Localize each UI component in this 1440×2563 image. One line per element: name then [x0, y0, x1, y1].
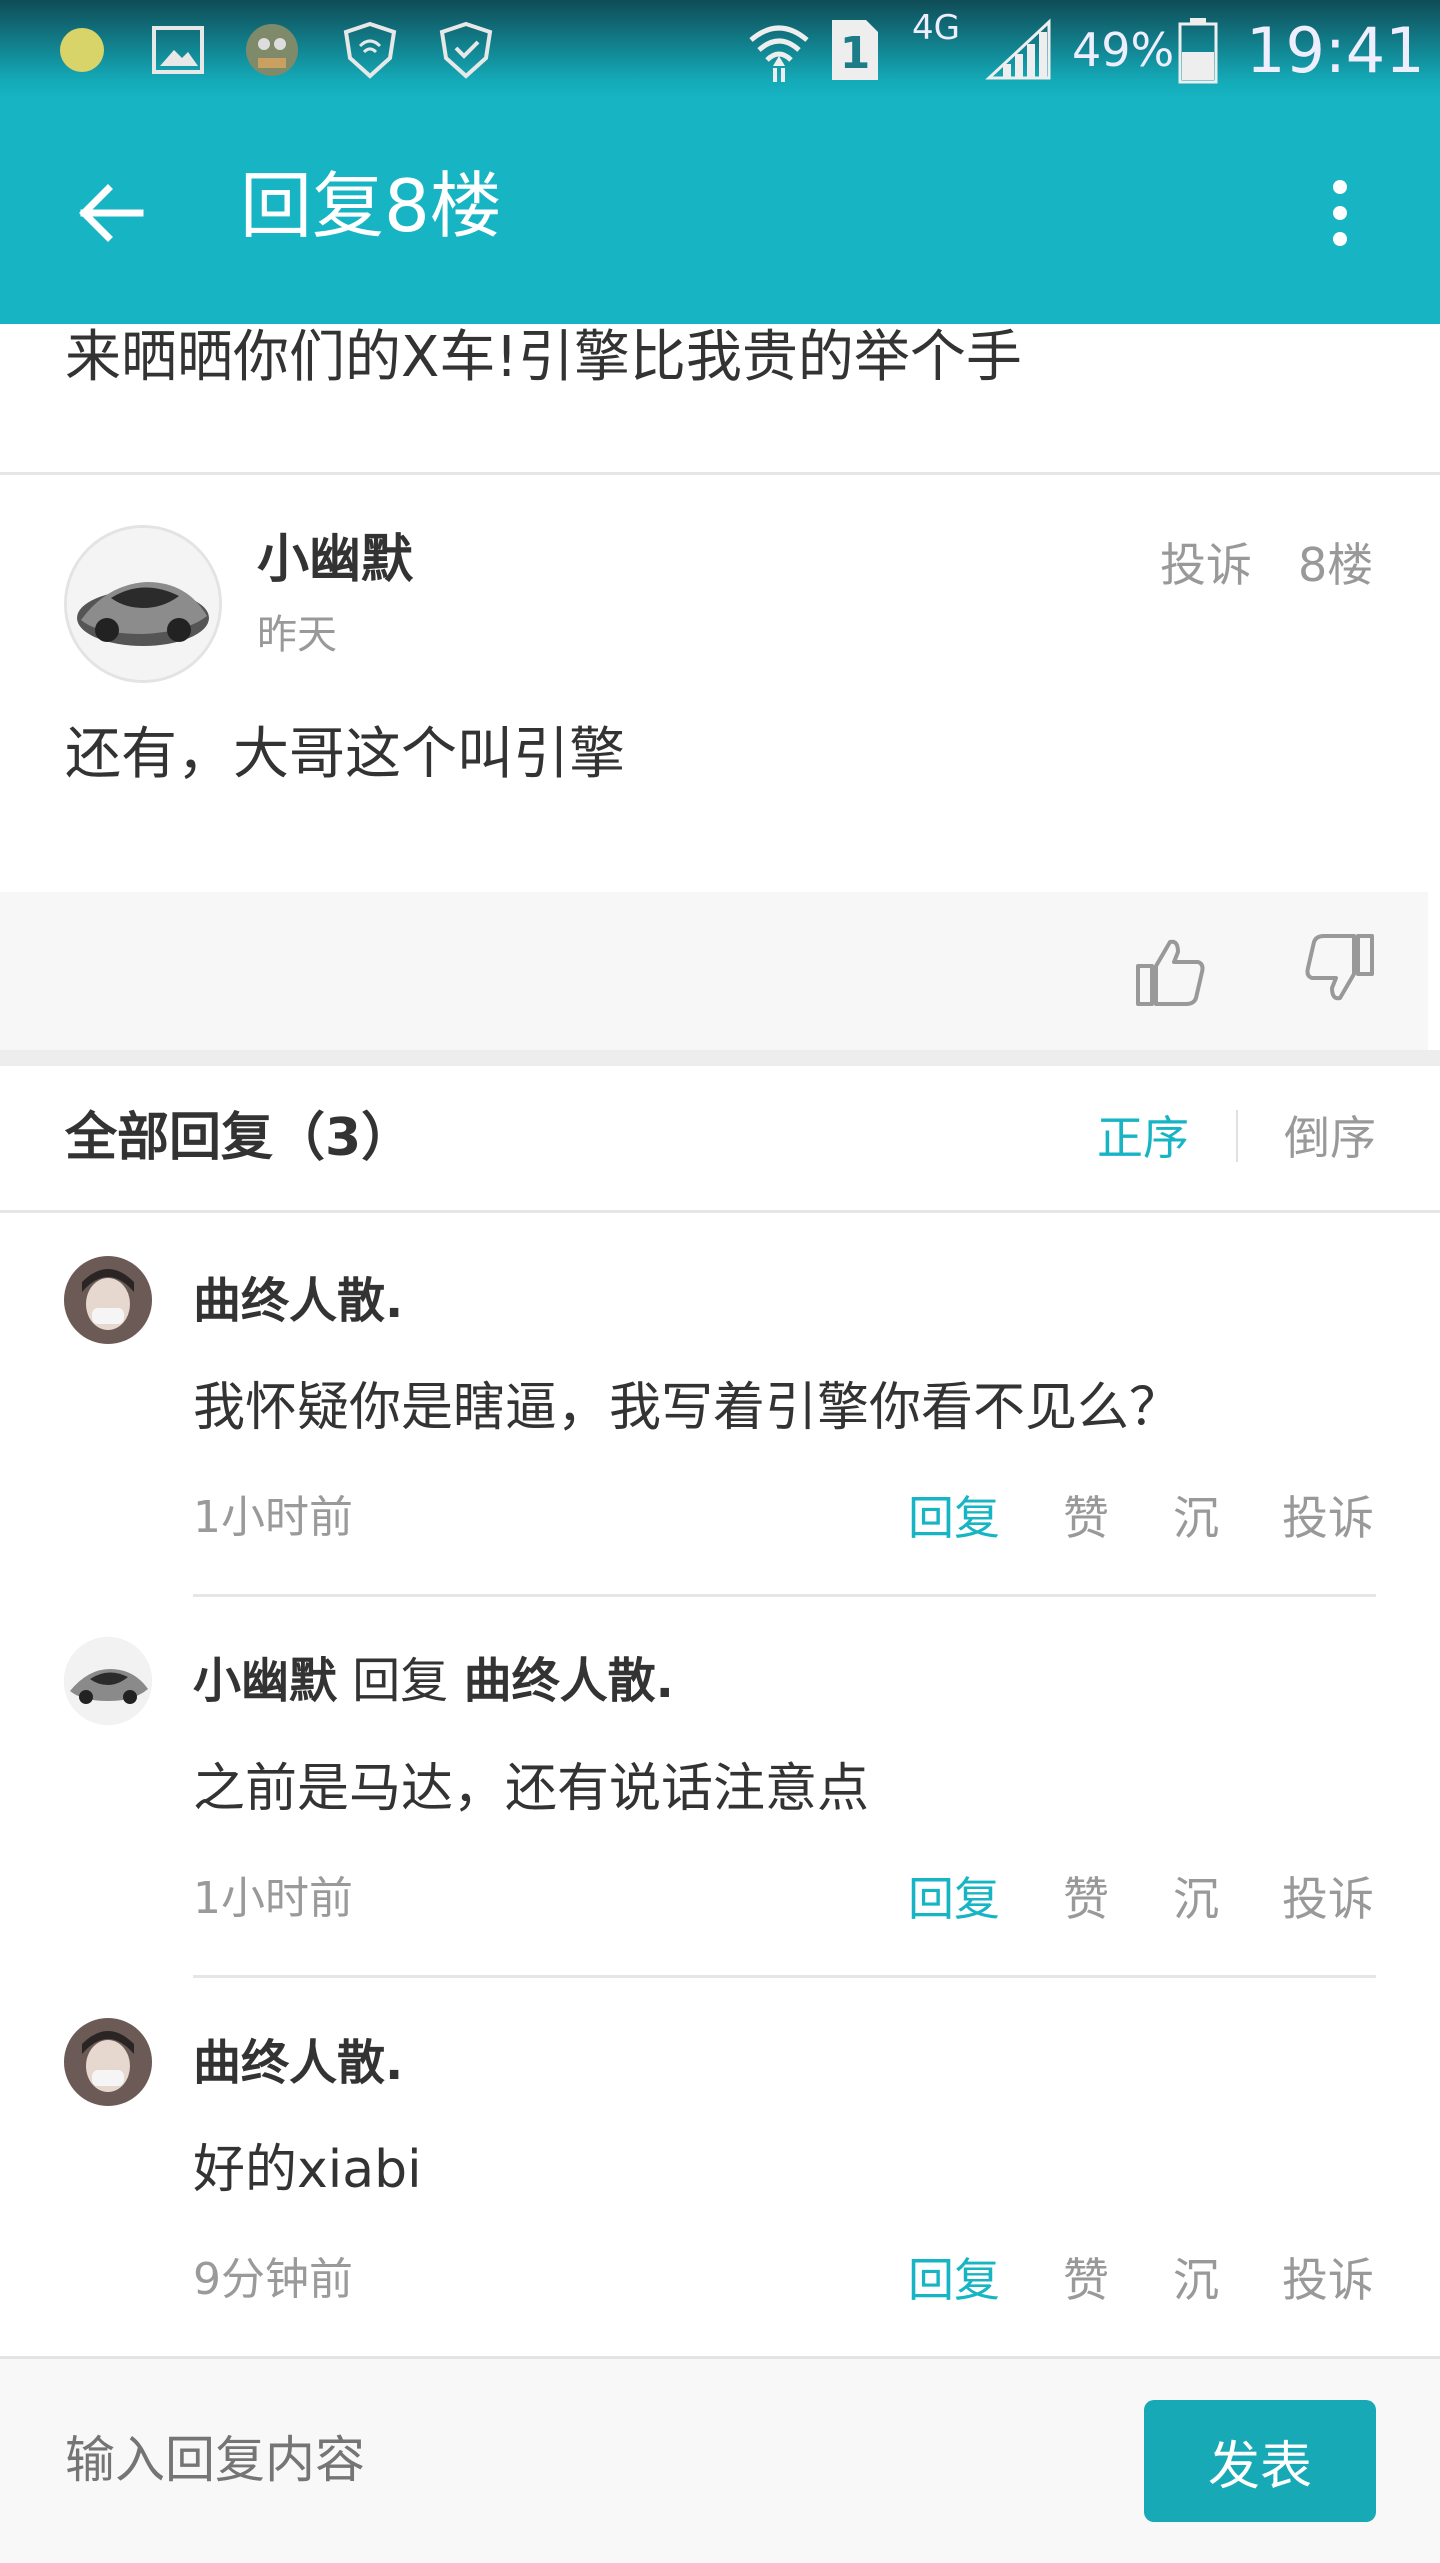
divider	[193, 1594, 1376, 1597]
battery-percent: 49%	[1072, 23, 1175, 77]
back-arrow-icon	[79, 184, 144, 242]
sort-ascending-button[interactable]: 正序	[1097, 1105, 1189, 1171]
gallery-icon	[150, 0, 206, 100]
sink-button[interactable]: 沉	[1173, 2245, 1219, 2315]
floor-username[interactable]: 小幽默	[257, 525, 413, 595]
car-avatar-icon	[67, 528, 219, 680]
shield-icon	[340, 0, 400, 100]
floor-content: 还有，大哥这个叫引擎	[65, 722, 625, 787]
reply-word: 回复	[352, 1653, 449, 1709]
vote-bar	[0, 892, 1428, 1050]
reply-time: 9分钟前	[193, 2254, 353, 2305]
status-bar: 1 4G 49% 19:41	[0, 0, 1440, 100]
topic-title: 来晒晒你们的X车!引擎比我贵的举个手	[65, 325, 1022, 390]
like-button[interactable]: 赞	[1063, 1483, 1109, 1553]
reply-time: 1小时前	[193, 1492, 353, 1543]
back-button[interactable]	[60, 168, 160, 258]
user-avatar-icon	[64, 1256, 152, 1344]
floor-time: 昨天	[257, 612, 337, 658]
avatar[interactable]	[64, 2018, 152, 2106]
reply-author[interactable]: 曲终人散.	[193, 1266, 403, 1336]
reply-button[interactable]: 回复	[908, 2245, 1000, 2315]
signal-icon	[985, 0, 1055, 100]
avatar[interactable]	[64, 1637, 152, 1725]
reply-author[interactable]: 曲终人散.	[193, 2028, 403, 2098]
clock: 19:41	[1246, 13, 1425, 87]
reply-button[interactable]: 回复	[908, 1483, 1000, 1553]
section-gap	[0, 1050, 1440, 1066]
like-button[interactable]: 赞	[1063, 2245, 1109, 2315]
car-avatar-icon	[64, 1637, 152, 1725]
reply-content: 我怀疑你是瞎逼，我写着引擎你看不见么？	[193, 1378, 1182, 1438]
sort-separator	[1236, 1110, 1238, 1162]
reply-author[interactable]: 小幽默 回复 曲终人散.	[193, 1646, 674, 1716]
reply-content: 之前是马达，还有说话注意点	[193, 1759, 870, 1819]
avatar[interactable]	[64, 1256, 152, 1344]
app-bar: 回复8楼	[0, 100, 1440, 324]
report-button[interactable]: 投诉	[1282, 1864, 1374, 1934]
thumbs-up-icon[interactable]	[1130, 930, 1210, 1010]
sort-descending-button[interactable]: 倒序	[1284, 1105, 1376, 1171]
reply-to-user[interactable]: 曲终人散.	[464, 1653, 674, 1709]
sink-button[interactable]: 沉	[1173, 1483, 1219, 1553]
report-button[interactable]: 投诉	[1282, 2245, 1374, 2315]
app-notification-icon	[238, 0, 306, 100]
user-avatar-icon	[64, 2018, 152, 2106]
network-type: 4G	[912, 8, 960, 48]
more-options-button[interactable]	[1310, 168, 1370, 258]
shield-check-icon	[436, 0, 496, 100]
all-replies-title: 全部回复（3）	[65, 1108, 414, 1168]
report-button[interactable]: 投诉	[1282, 1483, 1374, 1553]
sink-button[interactable]: 沉	[1173, 1864, 1219, 1934]
report-link[interactable]: 投诉	[1160, 535, 1252, 595]
reply-button[interactable]: 回复	[908, 1864, 1000, 1934]
thumbs-down-icon[interactable]	[1300, 930, 1380, 1010]
battery-icon	[1178, 0, 1218, 100]
reply-content: 好的xiabi	[193, 2140, 422, 2200]
divider	[0, 1210, 1440, 1213]
divider	[0, 472, 1440, 475]
send-button[interactable]: 发表	[1144, 2400, 1376, 2522]
reply-input[interactable]	[65, 2420, 1065, 2500]
sim-slot-label: 1	[840, 28, 871, 79]
like-button[interactable]: 赞	[1063, 1864, 1109, 1934]
sim-card-icon: 1	[828, 0, 882, 100]
wifi-icon	[745, 0, 813, 100]
floor-number: 8楼	[1298, 538, 1374, 592]
page-title: 回复8楼	[240, 164, 502, 248]
reply-time: 1小时前	[193, 1873, 353, 1924]
divider	[193, 1975, 1376, 1978]
more-vertical-icon	[1333, 180, 1347, 194]
avatar[interactable]	[64, 525, 222, 683]
notification-dot-icon	[60, 0, 104, 100]
